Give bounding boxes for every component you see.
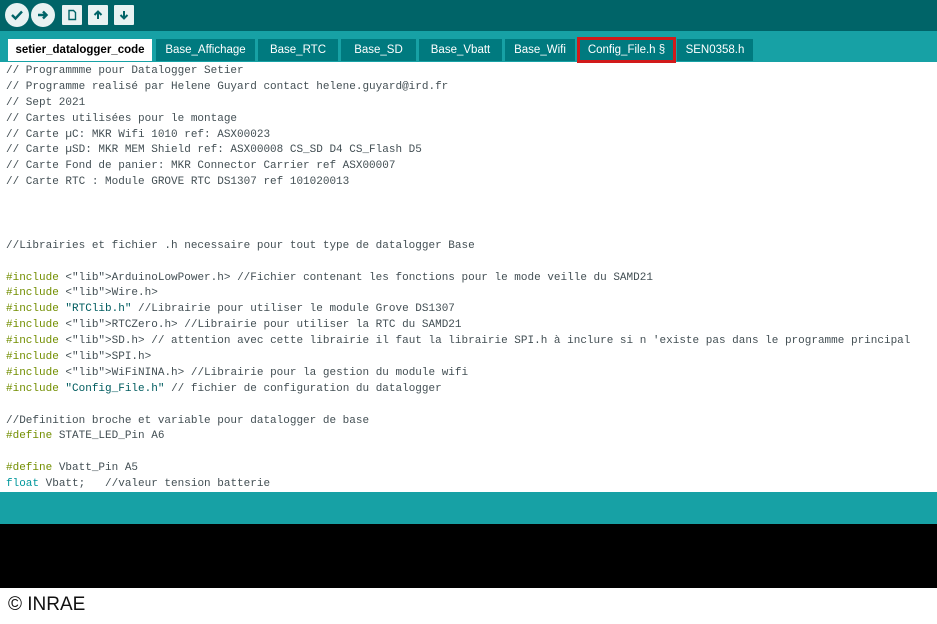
arrow-right-icon	[38, 10, 49, 20]
tab-base-rtc[interactable]: Base_RTC	[258, 39, 338, 61]
console-output	[0, 524, 937, 588]
tab-base-sd[interactable]: Base_SD	[341, 39, 416, 61]
tab-base-affichage[interactable]: Base_Affichage	[156, 39, 255, 61]
code-line: #include <"lib">SD.h> // attention avec …	[6, 335, 911, 348]
code-line: // Carte RTC : Module GROVE RTC DS1307 r…	[6, 176, 350, 189]
tab-config-file[interactable]: Config_File.h §	[577, 37, 676, 63]
code-text: // Programmme pour Datalogger Setier // P…	[6, 64, 910, 490]
code-line: ​	[6, 255, 910, 271]
code-editor[interactable]: // Programmme pour Datalogger Setier // P…	[0, 62, 937, 490]
toolbar	[0, 0, 937, 31]
status-bar	[0, 492, 937, 524]
code-line: #include <"lib">RTCZero.h> //Librairie p…	[6, 319, 462, 332]
code-line: #include <"lib">SPI.h>	[6, 351, 152, 364]
code-line: // Programmme pour Datalogger Setier	[6, 65, 244, 77]
code-line: // Carte µSD: MKR MEM Shield ref: ASX000…	[6, 144, 422, 157]
save-button[interactable]	[114, 5, 134, 25]
code-line: ​	[6, 207, 910, 223]
verify-button[interactable]	[5, 3, 29, 27]
code-line: // Carte µC: MKR Wifi 1010 ref: ASX00023	[6, 128, 271, 141]
code-line: ​	[6, 445, 910, 461]
code-line: //Librairies et fichier .h necessaire po…	[6, 239, 475, 252]
tab-bar: setier_datalogger_code Base_Affichage Ba…	[0, 31, 937, 63]
code-line: // Cartes utilisées pour le montage	[6, 112, 238, 125]
code-line: // Sept 2021	[6, 96, 86, 109]
code-line: #include "Config_File.h" // fichier de c…	[6, 382, 442, 395]
code-line: // Carte Fond de panier: MKR Connector C…	[6, 160, 396, 173]
code-line: #define Vbatt_Pin A5	[6, 462, 139, 475]
code-line: ​	[6, 398, 910, 414]
upload-button[interactable]	[31, 3, 55, 27]
code-line: //Definition broche et variable pour dat…	[6, 414, 370, 427]
check-icon	[11, 10, 23, 21]
tab-sen0358[interactable]: SEN0358.h	[677, 39, 753, 61]
code-line: #define STATE_LED_Pin A6	[6, 430, 165, 443]
code-line: #include <"lib">Wire.h>	[6, 287, 158, 300]
open-button[interactable]	[88, 5, 108, 25]
tab-base-vbatt[interactable]: Base_Vbatt	[419, 39, 502, 61]
tab-setier-datalogger-code[interactable]: setier_datalogger_code	[8, 39, 152, 61]
copyright-text: © INRAE	[8, 594, 86, 615]
new-button[interactable]	[62, 5, 82, 25]
arrow-up-icon	[93, 10, 103, 19]
code-line: ​	[6, 223, 910, 239]
arrow-down-icon	[119, 11, 129, 20]
code-line: ​	[6, 191, 910, 207]
code-line: #include <"lib">WiFiNINA.h> //Librairie …	[6, 366, 469, 379]
code-line: // Programme realisé par Helene Guyard c…	[6, 80, 449, 93]
code-line: float Vbatt; //valeur tension batterie	[6, 478, 271, 490]
new-file-icon	[68, 9, 77, 21]
code-line: #include "RTClib.h" //Librairie pour uti…	[6, 303, 455, 316]
tab-base-wifi[interactable]: Base_Wifi	[505, 39, 575, 61]
code-line: #include <"lib">ArduinoLowPower.h> //Fic…	[6, 271, 653, 284]
